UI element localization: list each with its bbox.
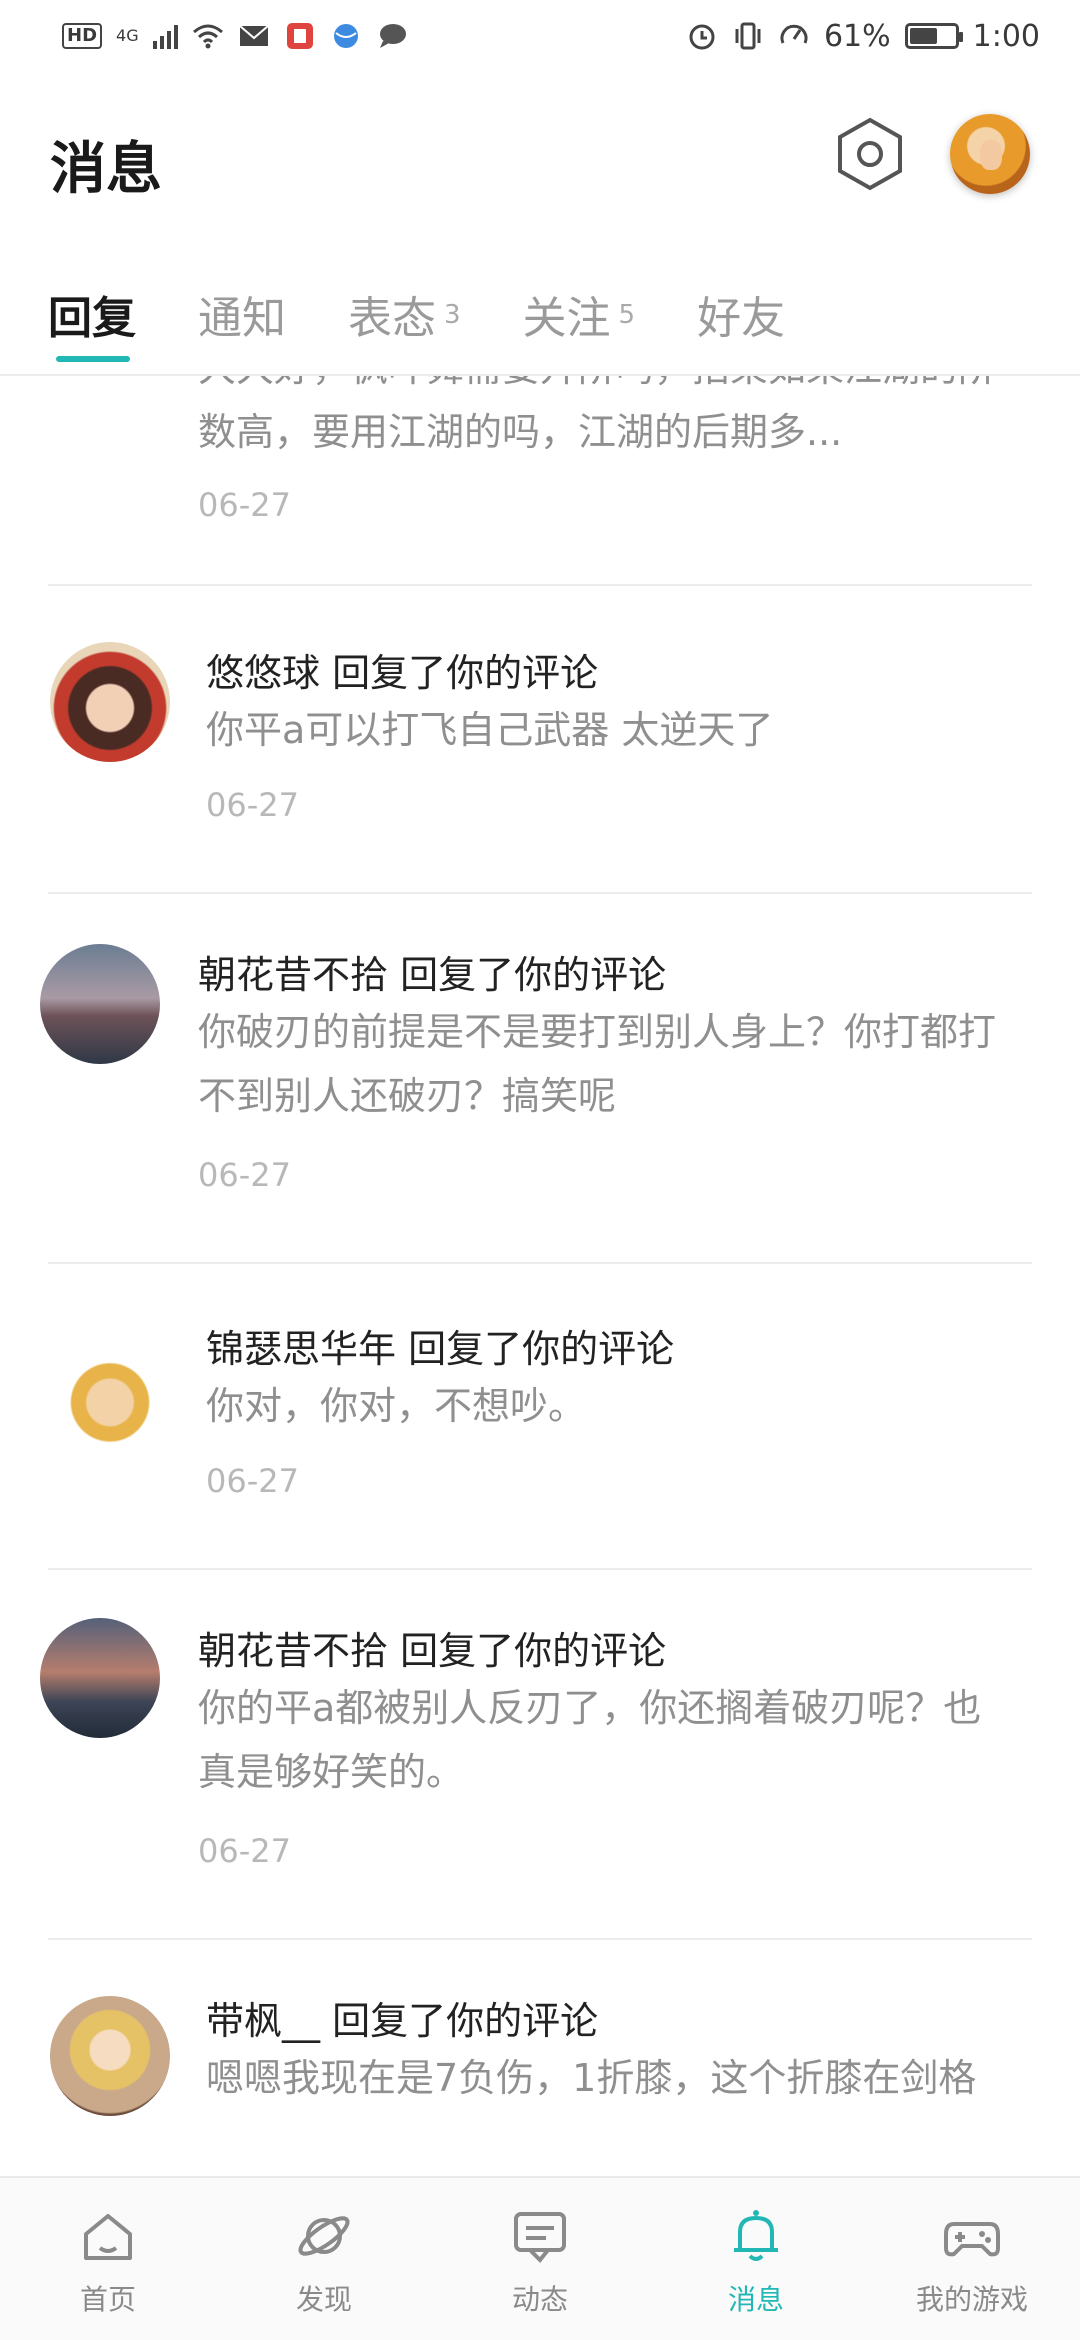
header: 消息 [0, 72, 1080, 252]
nav-label: 消息 [727, 2283, 784, 2316]
message-date: 06-27 [198, 1156, 291, 1194]
sender-avatar[interactable] [50, 1996, 170, 2116]
nav-discover[interactable]: 发现 [216, 2178, 432, 2340]
wifi-icon [192, 24, 223, 49]
sender-avatar[interactable] [40, 1618, 160, 1738]
sender-avatar[interactable] [50, 1328, 170, 1448]
page-title: 消息 [50, 137, 162, 202]
tab-label: 好友 [697, 293, 786, 344]
status-bar: HD 4G 61% 1:00 [0, 0, 1080, 72]
tab-friends[interactable]: 好友 [697, 272, 785, 346]
message-title: 带枫__ 回复了你的评论 [206, 1999, 599, 2043]
planet-icon [298, 2216, 350, 2256]
message-title: 朝花昔不拾 回复了你的评论 [198, 1629, 667, 1673]
message-title: 朝花昔不拾 回复了你的评论 [198, 953, 667, 997]
tab-label: 通知 [198, 293, 286, 344]
message-item[interactable]: 朝花昔不拾 回复了你的评论你的平a都被别人反刃了，你还搁着破刃呢？也真是够好笑的… [0, 1570, 1080, 1940]
tab-follow[interactable]: 关注 5 [523, 272, 636, 346]
nav-my-games[interactable]: 我的游戏 [864, 2178, 1080, 2340]
battery-percent: 61% [823, 18, 891, 54]
globe-app-icon [333, 24, 358, 48]
data-saver-icon [780, 24, 808, 44]
message-date: 06-27 [198, 1832, 291, 1870]
message-date: 06-27 [206, 1462, 299, 1500]
message-content: 嗯嗯我现在是7负伤，1折膝，这个折膝在剑格 [206, 2056, 977, 2100]
bell-icon [734, 2210, 778, 2261]
settings-hexagon-icon[interactable] [830, 114, 910, 194]
status-left: HD 4G [62, 21, 408, 51]
battery-icon [904, 23, 963, 49]
message-list[interactable]: 大大好，枫叶舞需要升阶吗，招架如果江湖的阶数高，要用江湖的吗，江湖的后期多...… [0, 376, 1080, 2176]
sender-avatar[interactable] [50, 642, 170, 762]
chat-card-icon [514, 2212, 566, 2263]
gamepad-icon [944, 2222, 1000, 2257]
message-title: 悠悠球 回复了你的评论 [206, 651, 599, 695]
tab-label: 关注 [522, 293, 611, 344]
message-item[interactable]: 带枫__ 回复了你的评论嗯嗯我现在是7负伤，1折膝，这个折膝在剑格 [0, 1940, 1080, 2176]
nav-label: 首页 [79, 2283, 136, 2316]
active-tab-indicator [56, 356, 130, 362]
nav-label: 发现 [295, 2283, 352, 2316]
message-tabs: 回复 通知 表态 3 关注 5 好友 [0, 272, 1080, 376]
message-title: 锦瑟思华年 回复了你的评论 [206, 1327, 675, 1371]
clock: 1:00 [972, 18, 1040, 54]
message-date: 06-27 [198, 486, 291, 524]
nav-label: 动态 [511, 2283, 568, 2316]
sender-avatar[interactable] [40, 944, 160, 1064]
status-right: 61% 1:00 [686, 19, 1040, 54]
nav-home[interactable]: 首页 [0, 2178, 216, 2340]
signal-icon [152, 23, 178, 49]
message-item[interactable]: 大大好，枫叶舞需要升阶吗，招架如果江湖的阶数高，要用江湖的吗，江湖的后期多...… [0, 376, 1080, 586]
alarm-icon [689, 24, 715, 50]
tab-reply[interactable]: 回复 [48, 272, 136, 362]
tab-count-badge: 3 [444, 300, 461, 330]
tab-label: 表态 [348, 293, 436, 344]
message-content: 你的平a都被别人反刃了，你还搁着破刃呢？也真是够好笑的。 [198, 1686, 982, 1794]
message-content: 大大好，枫叶舞需要升阶吗，招架如果江湖的阶数高，要用江湖的吗，江湖的后期多... [198, 376, 996, 454]
tab-reaction[interactable]: 表态 3 [348, 272, 461, 346]
red-app-icon [286, 23, 313, 49]
message-bubble-icon [379, 24, 406, 48]
tab-notify[interactable]: 通知 [198, 272, 286, 346]
vibrate-icon [735, 22, 761, 50]
message-item[interactable]: 朝花昔不拾 回复了你的评论你破刃的前提是不是要打到别人身上？你打都打不到别人还破… [0, 894, 1080, 1264]
message-item[interactable]: 悠悠球 回复了你的评论你平a可以打飞自己武器 太逆天了 06-27 [0, 586, 1080, 894]
message-item[interactable]: 锦瑟思华年 回复了你的评论 你对，你对，不想吵。 06-27 [0, 1264, 1080, 1570]
user-avatar[interactable] [950, 114, 1030, 194]
mail-icon [238, 25, 269, 46]
hd-badge: HD [62, 23, 103, 49]
network-type: 4G [116, 26, 139, 45]
message-content: 你平a可以打飞自己武器 太逆天了 [206, 708, 774, 752]
home-icon [84, 2214, 132, 2260]
message-content: 你破刃的前提是不是要打到别人身上？你打都打不到别人还破刃？搞笑呢 [198, 1010, 997, 1118]
nav-label: 我的游戏 [915, 2283, 1028, 2316]
tab-label: 回复 [48, 293, 136, 344]
bottom-navigation: 首页 发现 动态 消息 我的游戏 [0, 2176, 1080, 2340]
message-date: 06-27 [206, 786, 299, 824]
message-content: 你对，你对，不想吵。 [206, 1384, 587, 1428]
nav-feed[interactable]: 动态 [432, 2178, 648, 2340]
tab-count-badge: 5 [618, 300, 636, 330]
nav-messages[interactable]: 消息 [648, 2178, 864, 2340]
